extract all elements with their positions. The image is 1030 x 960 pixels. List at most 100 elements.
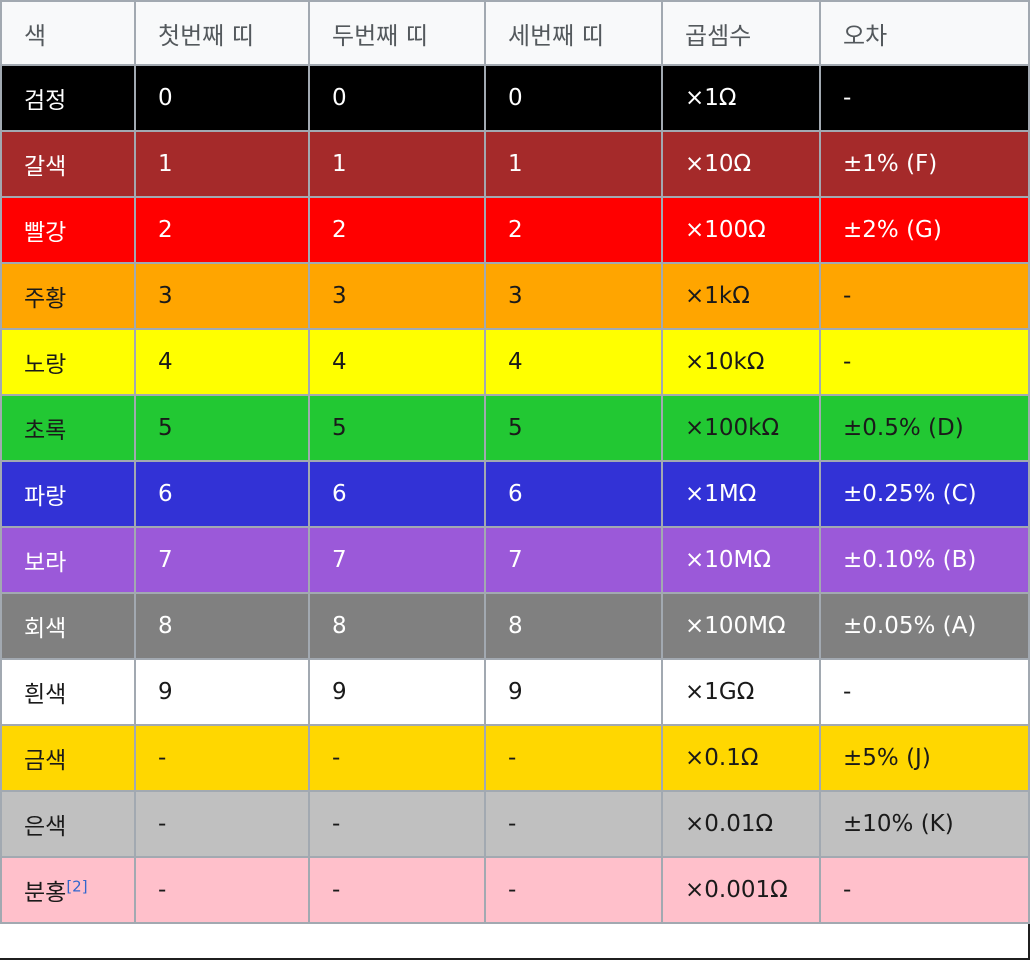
second-band-value: - <box>308 724 486 792</box>
second-band-value: 1 <box>308 130 486 198</box>
citation-link[interactable]: [2] <box>66 877 87 895</box>
first-band-value: 5 <box>134 394 310 462</box>
multiplier-value: ×0.01Ω <box>661 790 821 858</box>
third-band-value: 7 <box>484 526 663 594</box>
table-row: 노랑 4 4 4 ×10kΩ - <box>0 328 1030 396</box>
first-band-value: 8 <box>134 592 310 660</box>
multiplier-value: ×0.001Ω <box>661 856 821 924</box>
tolerance-value: - <box>819 328 1030 396</box>
color-name: 은색 <box>0 790 136 858</box>
tolerance-value: ±0.5% (D) <box>819 394 1030 462</box>
multiplier-value: ×100Ω <box>661 196 821 264</box>
table-row: 빨강 2 2 2 ×100Ω ±2% (G) <box>0 196 1030 264</box>
multiplier-value: ×10kΩ <box>661 328 821 396</box>
second-band-value: 8 <box>308 592 486 660</box>
tolerance-value: ±2% (G) <box>819 196 1030 264</box>
first-band-value: 6 <box>134 460 310 528</box>
color-name: 흰색 <box>0 658 136 726</box>
color-name: 초록 <box>0 394 136 462</box>
multiplier-value: ×0.1Ω <box>661 724 821 792</box>
table-row: 흰색 9 9 9 ×1GΩ - <box>0 658 1030 726</box>
header-multiplier: 곱셈수 <box>661 0 821 66</box>
second-band-value: 4 <box>308 328 486 396</box>
tolerance-value: ±0.05% (A) <box>819 592 1030 660</box>
multiplier-value: ×100kΩ <box>661 394 821 462</box>
table-row: 검정 0 0 0 ×1Ω - <box>0 64 1030 132</box>
second-band-value: - <box>308 856 486 924</box>
table-row: 분홍[2] - - - ×0.001Ω - <box>0 856 1030 924</box>
third-band-value: 1 <box>484 130 663 198</box>
third-band-value: - <box>484 856 663 924</box>
table-row: 금색 - - - ×0.1Ω ±5% (J) <box>0 724 1030 792</box>
first-band-value: - <box>134 856 310 924</box>
third-band-value: 4 <box>484 328 663 396</box>
tolerance-value: ±0.10% (B) <box>819 526 1030 594</box>
second-band-value: 5 <box>308 394 486 462</box>
table-row: 은색 - - - ×0.01Ω ±10% (K) <box>0 790 1030 858</box>
second-band-value: 3 <box>308 262 486 330</box>
multiplier-value: ×1Ω <box>661 64 821 132</box>
tolerance-value: ±5% (J) <box>819 724 1030 792</box>
table-row: 갈색 1 1 1 ×10Ω ±1% (F) <box>0 130 1030 198</box>
table-row: 파랑 6 6 6 ×1MΩ ±0.25% (C) <box>0 460 1030 528</box>
header-first-band: 첫번째 띠 <box>134 0 310 66</box>
table-row: 보라 7 7 7 ×10MΩ ±0.10% (B) <box>0 526 1030 594</box>
color-name: 노랑 <box>0 328 136 396</box>
third-band-value: 3 <box>484 262 663 330</box>
third-band-value: 2 <box>484 196 663 264</box>
third-band-value: 9 <box>484 658 663 726</box>
third-band-value: 8 <box>484 592 663 660</box>
first-band-value: 2 <box>134 196 310 264</box>
color-name: 빨강 <box>0 196 136 264</box>
first-band-value: 9 <box>134 658 310 726</box>
first-band-value: 4 <box>134 328 310 396</box>
tolerance-value: ±1% (F) <box>819 130 1030 198</box>
multiplier-value: ×100MΩ <box>661 592 821 660</box>
first-band-value: 7 <box>134 526 310 594</box>
tolerance-value: ±10% (K) <box>819 790 1030 858</box>
table-row: 초록 5 5 5 ×100kΩ ±0.5% (D) <box>0 394 1030 462</box>
second-band-value: - <box>308 790 486 858</box>
first-band-value: 3 <box>134 262 310 330</box>
table-row: 주황 3 3 3 ×1kΩ - <box>0 262 1030 330</box>
multiplier-value: ×10Ω <box>661 130 821 198</box>
tolerance-value: ±0.25% (C) <box>819 460 1030 528</box>
color-name: 금색 <box>0 724 136 792</box>
header-tolerance: 오차 <box>819 0 1030 66</box>
tolerance-value: - <box>819 658 1030 726</box>
color-name: 보라 <box>0 526 136 594</box>
third-band-value: 5 <box>484 394 663 462</box>
third-band-value: - <box>484 724 663 792</box>
resistor-color-code-table: 색 첫번째 띠 두번째 띠 세번째 띠 곱셈수 오차 검정 0 0 0 ×1Ω … <box>0 0 1030 924</box>
multiplier-value: ×1MΩ <box>661 460 821 528</box>
third-band-value: 0 <box>484 64 663 132</box>
second-band-value: 2 <box>308 196 486 264</box>
multiplier-value: ×1kΩ <box>661 262 821 330</box>
first-band-value: 1 <box>134 130 310 198</box>
color-name: 검정 <box>0 64 136 132</box>
color-name-cell: 분홍[2] <box>0 856 136 924</box>
third-band-value: - <box>484 790 663 858</box>
second-band-value: 9 <box>308 658 486 726</box>
color-name: 회색 <box>0 592 136 660</box>
first-band-value: 0 <box>134 64 310 132</box>
header-color: 색 <box>0 0 136 66</box>
table-row: 회색 8 8 8 ×100MΩ ±0.05% (A) <box>0 592 1030 660</box>
tolerance-value: - <box>819 64 1030 132</box>
header-second-band: 두번째 띠 <box>308 0 486 66</box>
header-row: 색 첫번째 띠 두번째 띠 세번째 띠 곱셈수 오차 <box>0 0 1030 66</box>
first-band-value: - <box>134 724 310 792</box>
color-name: 분홍 <box>24 880 67 906</box>
multiplier-value: ×10MΩ <box>661 526 821 594</box>
color-name: 파랑 <box>0 460 136 528</box>
third-band-value: 6 <box>484 460 663 528</box>
first-band-value: - <box>134 790 310 858</box>
second-band-value: 6 <box>308 460 486 528</box>
color-name: 갈색 <box>0 130 136 198</box>
tolerance-value: - <box>819 856 1030 924</box>
second-band-value: 0 <box>308 64 486 132</box>
tolerance-value: - <box>819 262 1030 330</box>
header-third-band: 세번째 띠 <box>484 0 663 66</box>
second-band-value: 7 <box>308 526 486 594</box>
color-name: 주황 <box>0 262 136 330</box>
